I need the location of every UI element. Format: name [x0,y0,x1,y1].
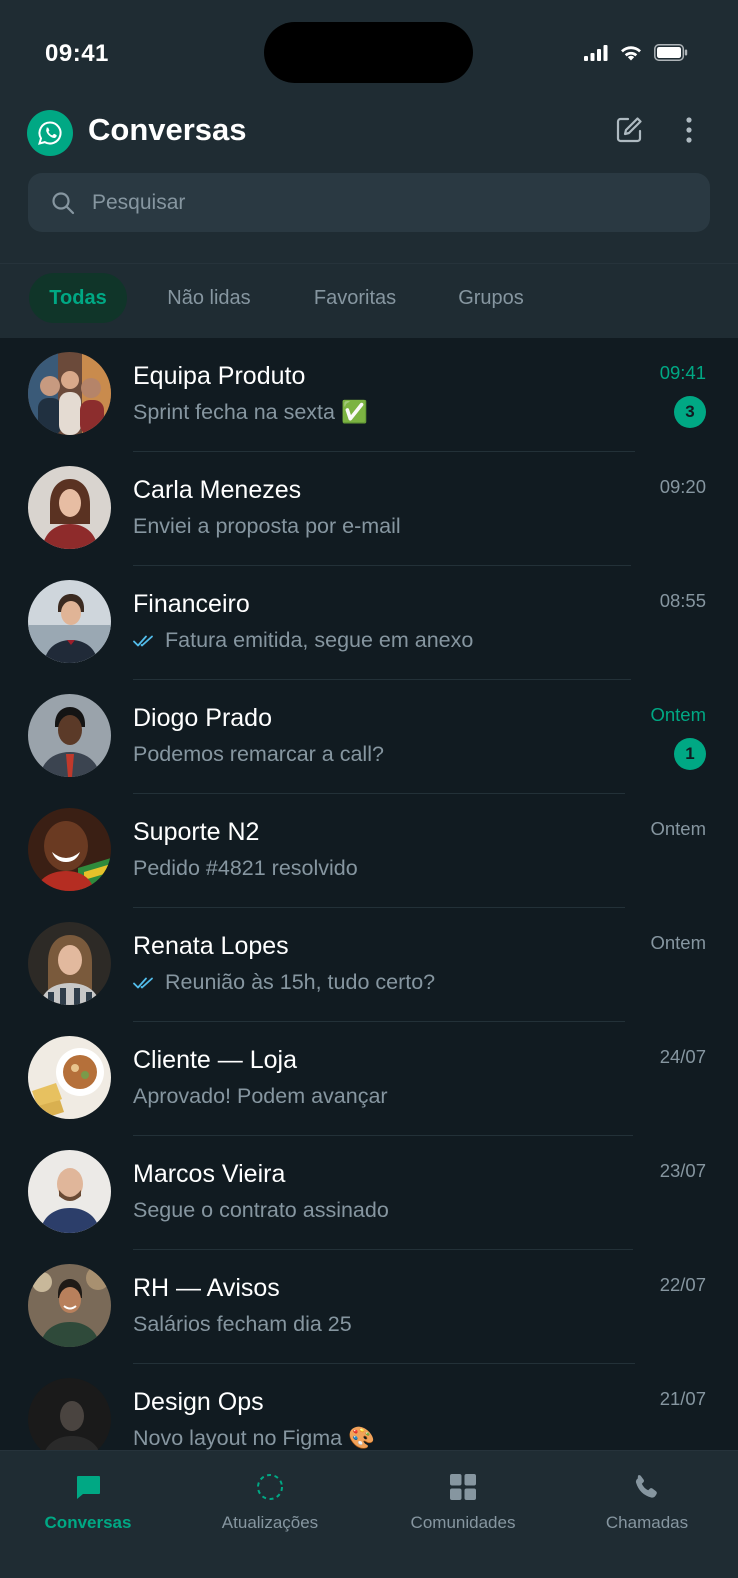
chat-preview: Salários fecham dia 25 [133,1312,352,1336]
avatar [28,466,111,549]
avatar [28,922,111,1005]
unread-badge: 3 [674,396,706,428]
whatsapp-logo-icon [27,110,73,156]
search-icon [50,190,76,216]
double-check-icon [133,634,155,648]
avatar [28,580,111,663]
wifi-icon [620,45,642,66]
nav-chamadas[interactable]: Chamadas [555,1451,738,1551]
tab-nao-lidas[interactable]: Não lidas [150,273,268,323]
chat-preview: Podemos remarcar a call? [133,742,384,766]
compose-icon [614,115,644,150]
chat-time: Ontem [650,818,706,839]
chat-row[interactable]: Carla Menezes Enviei a proposta por e-ma… [0,452,738,566]
avatar [28,1036,111,1119]
chat-preview: Novo layout no Figma 🎨 [133,1426,375,1450]
chat-row[interactable]: Marcos Vieira Segue o contrato assinado … [0,1136,738,1250]
dynamic-island [264,22,473,83]
status-time: 09:41 [45,40,109,67]
status-icons [584,44,688,66]
communities-icon [447,1471,479,1503]
status-bar: 09:41 [0,0,738,98]
avatar [28,352,111,435]
chat-time: Ontem [650,932,706,953]
new-chat-button[interactable] [609,112,649,152]
chat-row[interactable]: Cliente — Loja Aprovado! Podem avançar 2… [0,1022,738,1136]
battery-icon [654,44,688,66]
chat-row[interactable]: Design Ops Novo layout no Figma 🎨 21/07 [0,1364,738,1450]
chat-time: 21/07 [659,1388,706,1409]
nav-atualizacoes[interactable]: Atualizações [178,1451,362,1551]
nav-label: Atualizações [221,1513,319,1532]
tab-favoritas[interactable]: Favoritas [296,273,414,323]
avatar [28,808,111,891]
chat-row[interactable]: RH — Avisos Salários fecham dia 25 22/07 [0,1250,738,1364]
chat-time: 22/07 [659,1274,706,1295]
chat-time: 09:20 [659,476,706,497]
chat-preview: Pedido #4821 resolvido [133,856,358,880]
chat-preview: Fatura emitida, segue em anexo [133,628,473,653]
chat-name: Carla Menezes [133,476,302,504]
chat-time: 23/07 [659,1160,706,1181]
chat-preview: Reunião às 15h, tudo certo? [133,970,435,995]
chat-name: Design Ops [133,1388,264,1416]
chat-time: Ontem [650,704,706,725]
chat-row[interactable]: Financeiro Fatura emitida, segue em anex… [0,566,738,680]
chat-name: Diogo Prado [133,704,272,732]
signal-icon [584,44,608,66]
filter-tabs: Todas Não lidas Favoritas Grupos [0,263,738,338]
more-vertical-icon [685,116,693,149]
chat-row[interactable]: Suporte N2 Pedido #4821 resolvido Ontem [0,794,738,908]
chat-preview: Segue o contrato assinado [133,1198,389,1222]
double-check-icon [133,976,155,990]
page-title: Conversas [88,112,247,147]
avatar [28,1264,111,1347]
chat-preview: Enviei a proposta por e-mail [133,514,401,538]
search-placeholder: Pesquisar [92,190,186,214]
chat-row[interactable]: Renata Lopes Reunião às 15h, tudo certo?… [0,908,738,1022]
chat-preview: Aprovado! Podem avançar [133,1084,388,1108]
nav-label: Conversas [44,1513,132,1532]
chat-row[interactable]: Equipa Produto Sprint fecha na sexta ✅ 0… [0,338,738,452]
search-input[interactable]: Pesquisar [28,173,710,232]
chat-name: RH — Avisos [133,1274,280,1302]
nav-label: Comunidades [410,1513,516,1532]
chat-name: Equipa Produto [133,362,306,390]
nav-label: Chamadas [605,1513,689,1532]
chat-time: 09:41 [659,362,706,383]
chat-row[interactable]: Diogo Prado Podemos remarcar a call? Ont… [0,680,738,794]
more-options-button[interactable] [669,112,709,152]
chat-icon [72,1471,104,1503]
bottom-nav: Conversas Atualizações Comunidades Chama… [0,1450,738,1578]
chat-list: Equipa Produto Sprint fecha na sexta ✅ 0… [0,338,738,1450]
chat-time: 08:55 [659,590,706,611]
tab-todas[interactable]: Todas [29,273,127,323]
chat-name: Suporte N2 [133,818,260,846]
app-header: Conversas Pesquisar [0,98,738,263]
chat-preview: Sprint fecha na sexta ✅ [133,400,368,424]
chat-name: Cliente — Loja [133,1046,297,1074]
phone-icon [631,1471,663,1503]
chat-time: 24/07 [659,1046,706,1067]
chat-name: Renata Lopes [133,932,289,960]
chat-name: Marcos Vieira [133,1160,286,1188]
avatar [28,1378,111,1450]
unread-badge: 1 [674,738,706,770]
tab-grupos[interactable]: Grupos [443,273,539,323]
avatar [28,1150,111,1233]
avatar [28,694,111,777]
chat-name: Financeiro [133,590,250,618]
nav-conversas[interactable]: Conversas [0,1451,180,1551]
status-icon [254,1471,286,1503]
nav-comunidades[interactable]: Comunidades [371,1451,555,1551]
